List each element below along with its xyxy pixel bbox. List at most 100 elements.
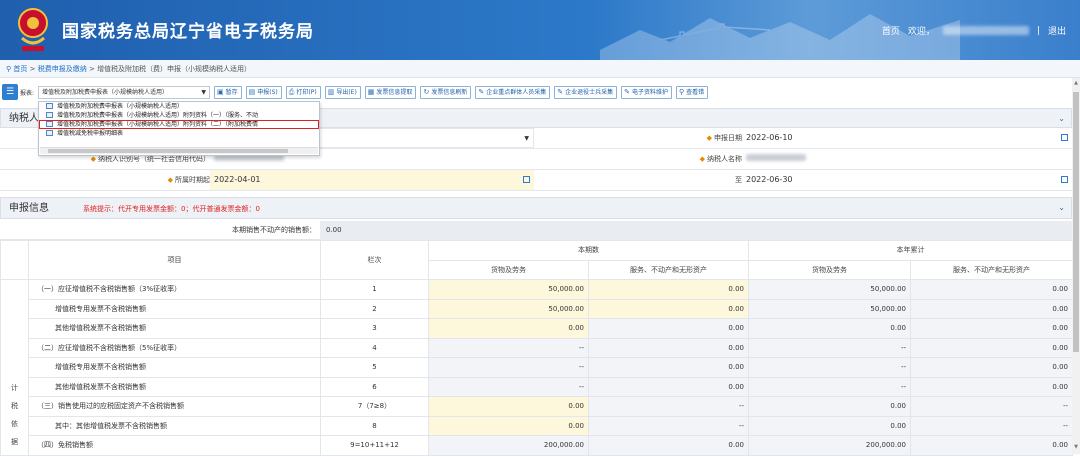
cell-current-goods: -- — [428, 357, 589, 378]
report-dropdown-list: 增值税及附加税费申报表（小规模纳税人适用） 增值税及附加税费申报表（小规模纳税人… — [38, 101, 320, 156]
site-title: 国家税务总局辽宁省电子税务局 — [62, 22, 314, 42]
e-document-button[interactable]: ✎ 电子资料维护 — [621, 86, 672, 99]
user-name-redacted — [942, 26, 1029, 35]
cell-current-goods[interactable]: 50,000.00 — [428, 298, 589, 319]
real-estate-row: 本期销售不动产的销售额： 0.00 — [0, 221, 1072, 240]
tax-emblem-logo — [18, 8, 48, 51]
calendar-icon[interactable] — [1061, 176, 1068, 183]
header-goods: 货物及劳务 — [748, 259, 911, 280]
edit-icon: ✎ — [624, 88, 630, 96]
required-mark-icon: ◆ — [699, 155, 705, 163]
veteran-collect-button[interactable]: ✎ 企业退役士兵采集 — [554, 86, 618, 99]
calendar-icon[interactable] — [1061, 134, 1068, 141]
scroll-down-icon[interactable]: ▼ — [1072, 444, 1080, 452]
edit-icon: ✎ — [557, 88, 564, 96]
cell-current-goods: -- — [428, 376, 589, 397]
cell-item: （二）应征增值税不含税销售额（5%征收率） — [28, 337, 321, 358]
cell-current-service[interactable]: 0.00 — [588, 298, 749, 319]
table-row: 增值税专用发票不含税销售额 2 50,000.00 0.00 50,000.00 0.00 — [1, 298, 1073, 319]
required-mark-icon: ◆ — [167, 176, 173, 184]
cell-current-service: 0.00 — [588, 318, 749, 339]
cell-year-goods: 50,000.00 — [748, 279, 911, 300]
cell-current-goods[interactable]: 0.00 — [428, 318, 589, 339]
cell-item: 增值税专用发票不含税销售额 — [28, 357, 321, 378]
chevron-down-icon[interactable]: ⌄ — [1058, 203, 1065, 212]
cell-line: 5 — [320, 357, 429, 378]
label-text: 申报日期 — [714, 134, 742, 142]
submit-icon: ▤ — [248, 88, 256, 96]
breadcrumb-sep: > — [88, 65, 95, 73]
table-row: （二）应征增值税不含税销售额（5%征收率） 4 -- 0.00 -- 0.00 — [1, 337, 1073, 358]
calendar-icon[interactable] — [523, 176, 530, 183]
dropdown-hscrollbar[interactable] — [40, 147, 318, 154]
label-text: 所属时期起 — [175, 176, 210, 184]
header-current-period: 本期数 — [428, 240, 749, 261]
button-label: 导出(E) — [336, 89, 357, 96]
report-select[interactable]: 增值税及附加税费申报表（小规模纳税人适用） ▼ — [38, 86, 210, 99]
cell-line: 1 — [320, 279, 429, 300]
menu-icon[interactable]: ☰ — [2, 84, 18, 100]
period-start-field[interactable]: 2022-04-01 — [210, 170, 534, 190]
dropdown-item[interactable]: 增值税及附加税费申报表（小规模纳税人适用） — [39, 102, 319, 111]
invoice-icon: ▦ — [367, 88, 375, 96]
scroll-thumb[interactable] — [48, 149, 288, 153]
print-button[interactable]: ⎙ 打印(P) — [285, 86, 321, 99]
caret-down-icon: ▼ — [201, 89, 206, 96]
breadcrumb: ⚲ 首页 > 税费申报及缴纳 > 增值税及附加税（费）申报（小规模纳税人适用） — [0, 60, 1080, 78]
header-service: 服务、不动产和无形资产 — [588, 259, 749, 280]
breadcrumb-sep: > — [29, 65, 36, 73]
view-errors-button[interactable]: ⚲ 查看错 — [676, 86, 709, 99]
cell-line: 6 — [320, 376, 429, 397]
home-link[interactable]: 首页 — [882, 24, 900, 37]
report-select-value: 增值税及附加税费申报表（小规模纳税人适用） — [42, 89, 169, 96]
side-label-char: 计 — [11, 383, 18, 392]
button-label: 暂存 — [225, 89, 238, 96]
key-group-collect-button[interactable]: ✎ 企业重点群体人员采集 — [475, 86, 551, 99]
page-scrollbar[interactable]: ▲ ▼ — [1072, 78, 1080, 454]
dropdown-item-selected[interactable]: 增值税及附加税费申报表（小规模纳税人适用）附列资料（二）（附加税费情 — [39, 120, 319, 129]
dropdown-item-label: 增值税及附加税费申报表（小规模纳税人适用） — [57, 103, 184, 110]
dropdown-item[interactable]: 增值税及附加税费申报表（小规模纳税人适用）附列资料（一）（服务、不动 — [39, 111, 319, 120]
header-year-total: 本年累计 — [748, 240, 1073, 261]
cell-year-goods: 0.00 — [748, 396, 911, 417]
form-row: ◆ 所属时期起 2022-04-01 至 2022-06-30 — [0, 170, 1072, 191]
breadcrumb-level1[interactable]: 税费申报及缴纳 — [38, 65, 87, 73]
taxpayer-name-redacted — [746, 154, 806, 161]
period-end-field[interactable]: 2022-06-30 — [742, 170, 1072, 190]
header-goods: 货物及劳务 — [428, 259, 589, 280]
document-icon — [46, 112, 53, 118]
export-button[interactable]: ▥ 导出(E) — [324, 86, 361, 99]
save-draft-button[interactable]: ▣ 暂存 — [214, 86, 242, 99]
cell-current-service[interactable]: 0.00 — [588, 279, 749, 300]
cell-current-goods[interactable]: 0.00 — [428, 396, 589, 417]
submit-button[interactable]: ▤ 申报(S) — [245, 86, 282, 99]
breadcrumb-home[interactable]: 首页 — [13, 65, 27, 73]
scroll-up-icon[interactable]: ▲ — [1072, 80, 1080, 88]
field-value: 2022-06-30 — [746, 175, 793, 184]
cell-year-service: 0.00 — [910, 435, 1073, 456]
cell-current-goods[interactable]: 50,000.00 — [428, 279, 589, 300]
declare-section-header[interactable]: 申报信息 系统提示：代开专用发票金额：0；代开普通发票金额：0 ⌄ — [0, 197, 1072, 219]
dropdown-item[interactable]: 增值税减免税申报明细表 — [39, 129, 319, 138]
button-label: 发票信息刷新 — [431, 89, 468, 96]
invoice-extract-button[interactable]: ▦ 发票信息提取 — [364, 86, 417, 99]
cell-year-service: 0.00 — [910, 376, 1073, 397]
invoice-refresh-button[interactable]: ↻ 发票信息刷新 — [420, 86, 472, 99]
scroll-thumb[interactable] — [1073, 92, 1079, 352]
button-label: 发票信息提取 — [376, 89, 413, 96]
cell-line: 9=10+11+12 — [320, 435, 429, 456]
chevron-down-icon[interactable]: ⌄ — [1058, 114, 1065, 123]
cell-current-goods[interactable]: 0.00 — [428, 415, 589, 436]
table-row: 计税依据（一）应征增值税不含税销售额（3%征收率） 1 50,000.00 0.00 5… — [0, 279, 1073, 456]
logout-link[interactable]: 退出 — [1048, 24, 1066, 37]
declare-date-field[interactable]: 2022-06-10 — [742, 128, 1072, 148]
cell-line: 8 — [320, 415, 429, 436]
cell-current-goods: 200,000.00 — [428, 435, 589, 456]
real-estate-value: 0.00 — [320, 221, 1072, 240]
declaration-table: 项目 栏次 本期数 本年累计 货物及劳务 服务、不动产和无形资产 货物及劳务 服… — [0, 240, 1073, 456]
cell-year-service: 0.00 — [910, 337, 1073, 358]
cell-year-service: 0.00 — [910, 298, 1073, 319]
cell-year-service: -- — [910, 396, 1073, 417]
welcome-text: 欢迎， — [907, 27, 935, 37]
header-item: 项目 — [28, 240, 321, 280]
